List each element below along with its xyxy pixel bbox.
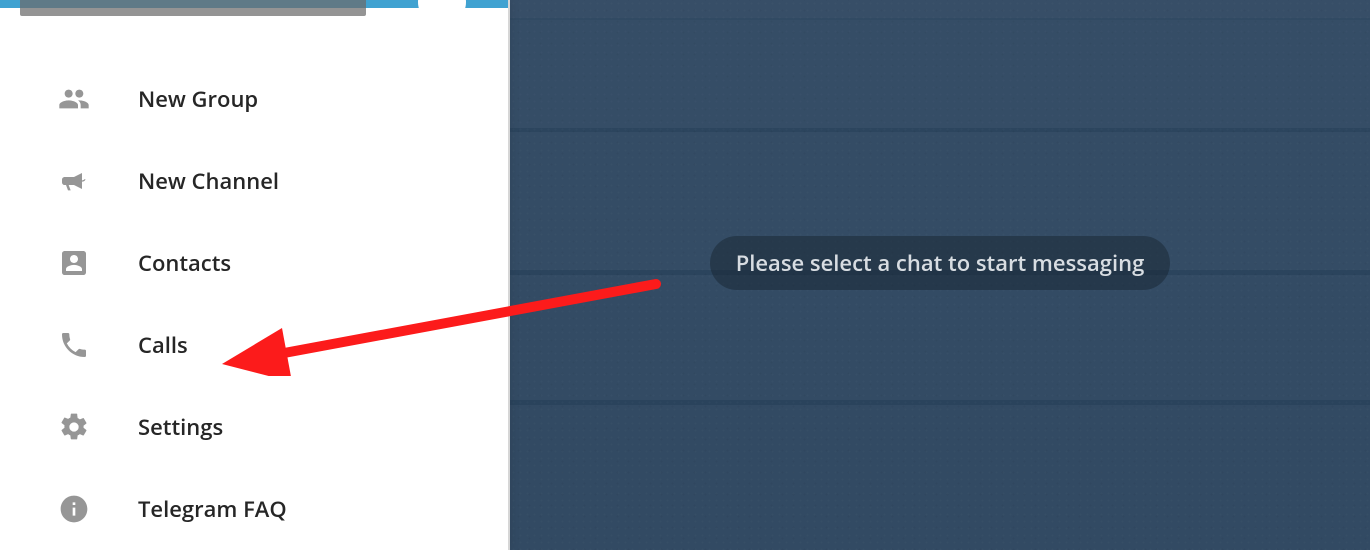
empty-state-prompt: Please select a chat to start messaging [710,236,1171,290]
menu-item-label: New Group [138,84,258,114]
menu-item-faq[interactable]: Telegram FAQ [0,468,508,550]
header-bar [0,0,508,8]
search-input[interactable] [20,0,366,16]
menu-item-contacts[interactable]: Contacts [0,222,508,304]
chat-area: Please select a chat to start messaging [510,0,1370,550]
main-menu: New Group New Channel Contacts Calls [0,8,508,550]
sidebar: New Group New Channel Contacts Calls [0,0,510,550]
group-icon [56,81,92,117]
menu-item-label: Calls [138,330,188,360]
gear-icon [56,409,92,445]
megaphone-icon [56,163,92,199]
menu-item-label: Telegram FAQ [138,494,287,524]
menu-item-settings[interactable]: Settings [0,386,508,468]
menu-item-new-channel[interactable]: New Channel [0,140,508,222]
menu-item-label: New Channel [138,166,279,196]
phone-icon [56,327,92,363]
menu-item-label: Settings [138,412,223,442]
menu-item-calls[interactable]: Calls [0,304,508,386]
menu-item-label: Contacts [138,248,231,278]
contact-icon [56,245,92,281]
menu-item-new-group[interactable]: New Group [0,58,508,140]
info-icon [56,491,92,527]
app-root: New Group New Channel Contacts Calls [0,0,1370,550]
